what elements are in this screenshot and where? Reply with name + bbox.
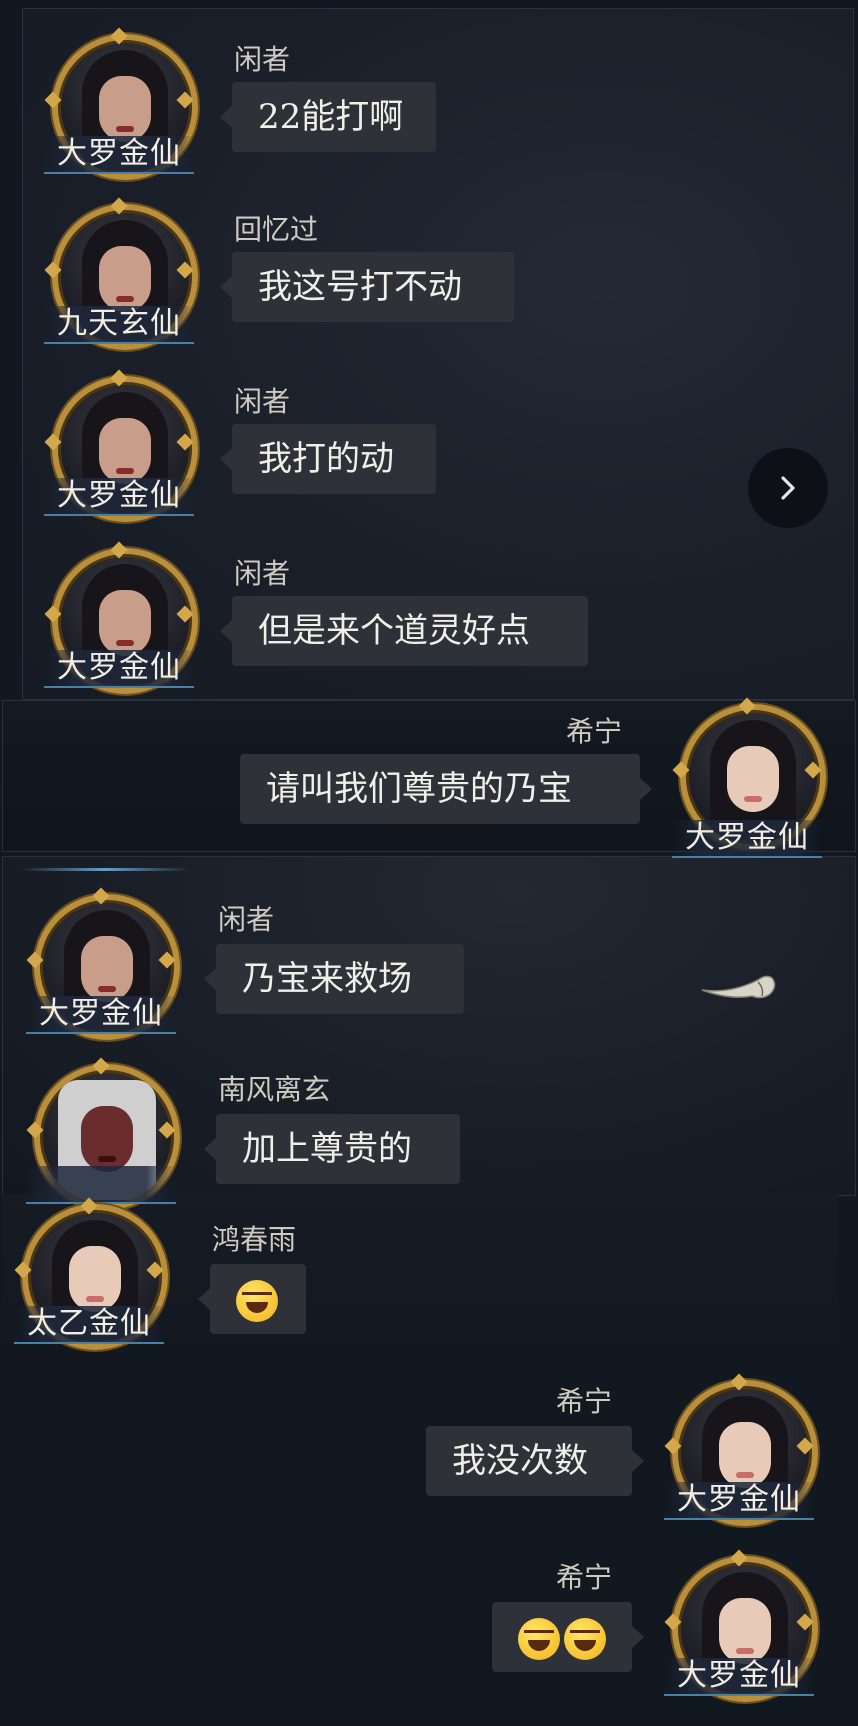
next-button[interactable] bbox=[748, 448, 828, 528]
sender-name: 鸿春雨 bbox=[212, 1223, 297, 1256]
message-bubble[interactable]: 我打的动 bbox=[220, 424, 436, 494]
rank-badge: 大罗金仙 bbox=[664, 1658, 814, 1696]
sender-name: 闲者 bbox=[234, 557, 291, 590]
sender-name: 希宁 bbox=[566, 715, 623, 748]
sender-name: 希宁 bbox=[556, 1385, 613, 1418]
avatar[interactable] bbox=[26, 1057, 180, 1210]
message-bubble[interactable]: 加上尊贵的 bbox=[204, 1114, 460, 1184]
sender-name: 闲者 bbox=[234, 43, 291, 76]
avatar[interactable]: 大罗金仙 bbox=[664, 1373, 818, 1526]
message-bubble[interactable]: 请叫我们尊贵的乃宝 bbox=[240, 754, 652, 824]
laughing-crying-emoji bbox=[564, 1618, 606, 1660]
laughing-crying-emoji bbox=[236, 1280, 278, 1322]
horn-icon[interactable] bbox=[700, 960, 780, 1010]
avatar[interactable]: 九天玄仙 bbox=[44, 197, 198, 350]
message-bubble[interactable]: 我这号打不动 bbox=[220, 252, 514, 322]
avatar[interactable]: 大罗金仙 bbox=[26, 887, 180, 1040]
rank-badge: 大罗金仙 bbox=[44, 650, 194, 688]
message-bubble[interactable]: 我没次数 bbox=[426, 1426, 644, 1496]
rank-badge: 大罗金仙 bbox=[664, 1482, 814, 1520]
sender-name: 闲者 bbox=[234, 385, 291, 418]
message-bubble[interactable] bbox=[198, 1264, 306, 1334]
sender-name: 希宁 bbox=[556, 1561, 613, 1594]
rank-badge: 太乙金仙 bbox=[14, 1306, 164, 1344]
rank-badge: 大罗金仙 bbox=[44, 478, 194, 516]
rank-badge: 大罗金仙 bbox=[672, 820, 822, 858]
avatar[interactable]: 大罗金仙 bbox=[44, 27, 198, 180]
rank-badge: 大罗金仙 bbox=[44, 136, 194, 174]
avatar[interactable]: 大罗金仙 bbox=[664, 1549, 818, 1702]
sender-name: 回忆过 bbox=[234, 213, 319, 246]
rank-badge: 九天玄仙 bbox=[44, 306, 194, 344]
avatar[interactable]: 太乙金仙 bbox=[14, 1197, 168, 1350]
avatar[interactable]: 大罗金仙 bbox=[672, 697, 826, 858]
avatar[interactable]: 大罗金仙 bbox=[44, 369, 198, 522]
message-bubble[interactable]: 乃宝来救场 bbox=[204, 944, 464, 1014]
avatar[interactable]: 大罗金仙 bbox=[44, 541, 198, 694]
chevron-right-icon bbox=[781, 476, 795, 500]
rank-badge bbox=[26, 1166, 176, 1204]
rank-badge: 大罗金仙 bbox=[26, 996, 176, 1034]
divider bbox=[20, 868, 190, 871]
message-bubble[interactable]: 22能打啊 bbox=[220, 82, 436, 152]
sender-name: 南风离玄 bbox=[218, 1073, 331, 1106]
message-bubble[interactable]: 但是来个道灵好点 bbox=[220, 596, 588, 666]
message-bubble[interactable] bbox=[492, 1602, 644, 1672]
laughing-crying-emoji bbox=[518, 1618, 560, 1660]
sender-name: 闲者 bbox=[218, 903, 275, 936]
